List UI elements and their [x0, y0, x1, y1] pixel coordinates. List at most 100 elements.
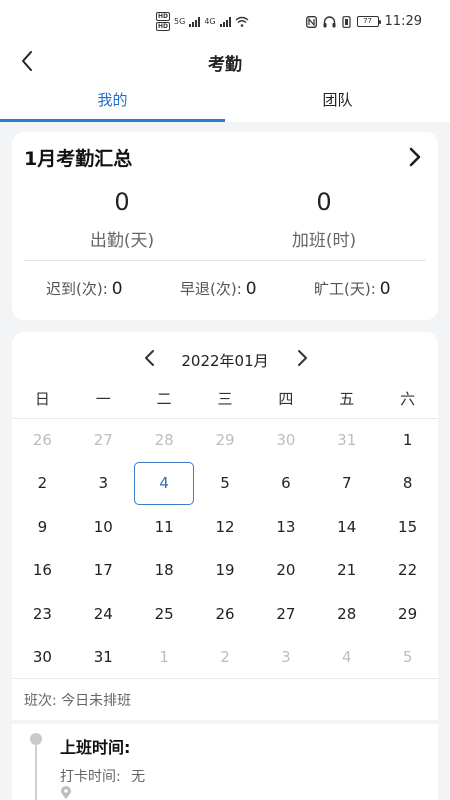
calendar-day[interactable]: 12: [195, 505, 256, 549]
calendar-day[interactable]: 30: [12, 636, 73, 680]
calendar-day[interactable]: 10: [73, 505, 134, 549]
checkin-card: 上班时间: 打卡时间: 无: [12, 724, 438, 800]
calendar-day[interactable]: 3: [73, 462, 134, 506]
signal-icon-2: [219, 16, 231, 27]
weekday-sat: 六: [400, 390, 416, 408]
calendar-day-number: 5: [402, 648, 413, 667]
calendar-day[interactable]: 21: [316, 549, 377, 593]
tab-team[interactable]: 团队: [225, 80, 450, 122]
weekday-mon: 一: [95, 390, 111, 408]
calendar-day[interactable]: 29: [377, 592, 438, 636]
calendar-day[interactable]: 5: [195, 462, 256, 506]
calendar-day[interactable]: 16: [12, 549, 73, 593]
calendar-day[interactable]: 11: [134, 505, 195, 549]
next-month-icon[interactable]: [290, 346, 314, 370]
calendar-day[interactable]: 26: [195, 592, 256, 636]
calendar-day-number: 11: [154, 517, 174, 536]
late-label: 迟到(次):: [46, 280, 108, 298]
calendar-day[interactable]: 19: [195, 549, 256, 593]
calendar-day-number: 1: [402, 430, 413, 449]
calendar-day[interactable]: 13: [255, 505, 316, 549]
calendar-day-number: 24: [93, 604, 113, 623]
overtime-stat: 0 加班(时): [224, 188, 424, 251]
location-pin-icon: [61, 786, 71, 799]
network-indicators: HD HD 5G 4G: [156, 12, 249, 31]
calendar-day-number: 23: [32, 604, 52, 623]
chevron-right-icon[interactable]: [406, 146, 424, 168]
late-value: 0: [111, 279, 123, 299]
calendar-day-number: 30: [276, 430, 296, 449]
calendar-week: 26 27 28 29 30 31 1: [12, 418, 438, 462]
calendar-day[interactable]: 5: [377, 636, 438, 680]
attendance-stat: 0 出勤(天): [22, 188, 222, 251]
early-value: 0: [245, 279, 257, 299]
calendar-day-number: 4: [134, 461, 195, 505]
wifi-icon: [235, 16, 249, 27]
calendar-day-number: 26: [32, 430, 52, 449]
weekday-thu: 四: [278, 390, 294, 408]
tab-mine[interactable]: 我的: [0, 80, 225, 122]
calendar-day[interactable]: 15: [377, 505, 438, 549]
calendar-day[interactable]: 31: [73, 636, 134, 680]
calendar-day-number: 5: [220, 474, 230, 493]
calendar-day-number: 20: [276, 561, 296, 580]
calendar-day[interactable]: 22: [377, 549, 438, 593]
calendar-day-number: 10: [93, 517, 113, 536]
calendar-day[interactable]: 7: [316, 462, 377, 506]
weekday-header: 日 一 二 三 四 五 六: [12, 380, 438, 418]
network-4g-label: 4G: [204, 17, 216, 26]
calendar-day[interactable]: 17: [73, 549, 134, 593]
calendar-day[interactable]: 1: [134, 636, 195, 680]
calendar-day[interactable]: 4: [316, 636, 377, 680]
calendar-day-number: 31: [337, 430, 357, 449]
calendar-day[interactable]: 3: [255, 636, 316, 680]
calendar-day-number: 9: [37, 517, 48, 536]
calendar-day[interactable]: 24: [73, 592, 134, 636]
calendar-day[interactable]: 1: [377, 418, 438, 462]
calendar-day[interactable]: 27: [73, 418, 134, 462]
calendar-day-number: 27: [93, 430, 113, 449]
calendar-day-number: 2: [220, 648, 230, 667]
calendar-day[interactable]: 26: [12, 418, 73, 462]
checkin-title: 上班时间:: [60, 738, 131, 757]
calendar-day[interactable]: 28: [134, 418, 195, 462]
calendar-day-number: 8: [402, 474, 413, 493]
calendar-day-number: 29: [215, 430, 235, 449]
calendar-day[interactable]: 6: [255, 462, 316, 506]
calendar-day[interactable]: 18: [134, 549, 195, 593]
calendar-day-number: 3: [281, 648, 291, 667]
calendar-day-number: 3: [98, 474, 109, 493]
attendance-label: 出勤(天): [89, 231, 155, 251]
summary-title: 1月考勤汇总: [24, 148, 133, 170]
status-right: 77 11:29: [305, 14, 422, 29]
calendar-day[interactable]: 28: [316, 592, 377, 636]
calendar-day[interactable]: 14: [316, 505, 377, 549]
calendar-day-number: 4: [341, 648, 352, 667]
calendar-day[interactable]: 9: [12, 505, 73, 549]
calendar-day-number: 21: [337, 561, 357, 580]
calendar-day[interactable]: 31: [316, 418, 377, 462]
calendar-day[interactable]: 25: [134, 592, 195, 636]
punch-time-label: 打卡时间:: [60, 769, 121, 785]
calendar-day-number: 27: [276, 604, 296, 623]
calendar-day[interactable]: 27: [255, 592, 316, 636]
calendar-day[interactable]: 29: [195, 418, 256, 462]
calendar-day[interactable]: 2: [195, 636, 256, 680]
calendar-day-number: 18: [154, 561, 174, 580]
attendance-value: 0: [114, 188, 130, 216]
calendar-day-number: 28: [154, 430, 174, 449]
calendar-day[interactable]: 30: [255, 418, 316, 462]
calendar-week: 16 17 18 19 20 21 22: [12, 549, 438, 593]
calendar-day-number: 7: [341, 474, 352, 493]
calendar-day[interactable]: 2: [12, 462, 73, 506]
summary-divider: [24, 260, 426, 261]
calendar-day-selected[interactable]: 4: [134, 461, 195, 506]
monthly-summary-card[interactable]: 1月考勤汇总 0 出勤(天) 0 加班(时) 迟到(次): 0 早退(次): 0 旷…: [12, 132, 438, 320]
nfc-icon: [305, 15, 317, 28]
calendar-day[interactable]: 8: [377, 462, 438, 506]
calendar-day-number: 6: [281, 474, 291, 493]
calendar-day[interactable]: 23: [12, 592, 73, 636]
calendar-day[interactable]: 20: [255, 549, 316, 593]
headphones-icon: [323, 15, 336, 27]
late-stat: 迟到(次): 0: [46, 278, 123, 299]
